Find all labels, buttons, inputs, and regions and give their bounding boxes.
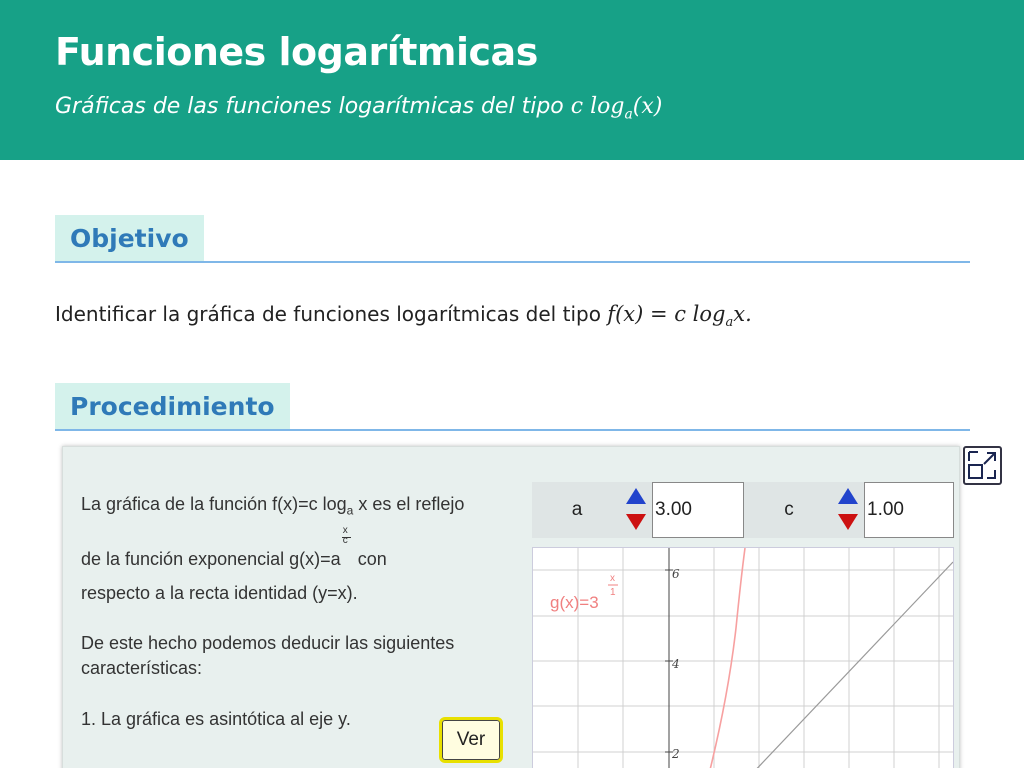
fullscreen-button[interactable] [963,446,1002,485]
y-tick-label: 6 [672,567,680,581]
subtitle-math-sub: a [624,106,633,123]
param-a-input[interactable]: 3.00 [652,482,744,538]
objetivo-math-main: f(x) = c log [607,302,726,326]
applet-line-3: respecto a la recta identidad (y=x). [81,583,358,603]
procedimiento-section-bar: Procedimiento [55,383,970,431]
expand-icon [968,451,996,479]
page-header: Funciones logarítmicas Gráficas de las f… [0,0,1024,160]
page-title: Funciones logarítmicas [55,30,538,74]
subtitle-math: c loga(x) [570,94,663,123]
procedimiento-heading: Procedimiento [55,383,290,429]
subtitle-text: Gráficas de las funciones logarítmicas d… [55,94,564,119]
applet-exp-fraction: xc [341,525,353,565]
fraction-denominator: c [342,535,348,546]
grid-lines [533,548,953,768]
graph-label-denominator: 1 [610,587,616,598]
graph-function-label: g(x)=3 [550,593,599,612]
graph-svg: 6 4 2 g(x)=3 x 1 [533,547,954,768]
objetivo-math: f(x) = c logax. [607,302,752,330]
subtitle-math-c: c log [570,94,625,119]
objetivo-section-bar: Objetivo [55,215,970,263]
graph-view[interactable]: 6 4 2 g(x)=3 x 1 [532,547,954,768]
objetivo-sentence: Identificar la gráfica de funciones loga… [55,302,601,326]
param-c-label: c [784,499,794,520]
applet-line-2: de la función exponencial g(x)=a x c con [81,525,387,570]
applet-line-6: 1. La gráfica es asintótica al eje y. [81,709,351,729]
arrow-up-icon[interactable] [838,488,858,504]
objetivo-text: Identificar la gráfica de funciones loga… [55,302,752,330]
applet-line-2b: con [352,549,387,569]
y-tick-label: 2 [671,747,680,761]
arrow-up-icon[interactable] [626,488,646,504]
arrow-down-icon[interactable] [838,514,858,530]
objetivo-math-end: x. [733,302,752,326]
applet-line-4: De este hecho podemos deducir las siguie… [81,633,455,653]
y-tick-label: 4 [671,657,680,671]
geogebra-applet[interactable]: La gráfica de la función f(x)=c log a x e… [62,446,960,768]
graph-label-numerator: x [610,573,615,584]
param-a-spinner[interactable] [622,484,650,536]
parameter-controls: a 3.00 c 1.00 [532,482,954,538]
identity-line [756,561,954,768]
arrow-down-icon[interactable] [626,514,646,530]
page-subtitle: Gráficas de las funciones logarítmicas d… [55,94,662,122]
param-a-label: a [571,499,583,520]
param-c-spinner[interactable] [834,484,862,536]
param-c-input[interactable]: 1.00 [864,482,954,538]
objetivo-heading: Objetivo [55,215,204,261]
applet-line-5: características: [81,658,203,678]
ver-button[interactable]: Ver [439,717,503,763]
subtitle-math-arg: (x) [632,94,663,119]
applet-line-1: La gráfica de la función f(x)=c loga x e… [81,494,464,518]
applet-line-1b: x es el reflejo [353,494,465,514]
applet-line-1a: La gráfica de la función f(x)=c log [81,494,347,514]
applet-line-2a: de la función exponencial g(x)=a [81,549,341,569]
